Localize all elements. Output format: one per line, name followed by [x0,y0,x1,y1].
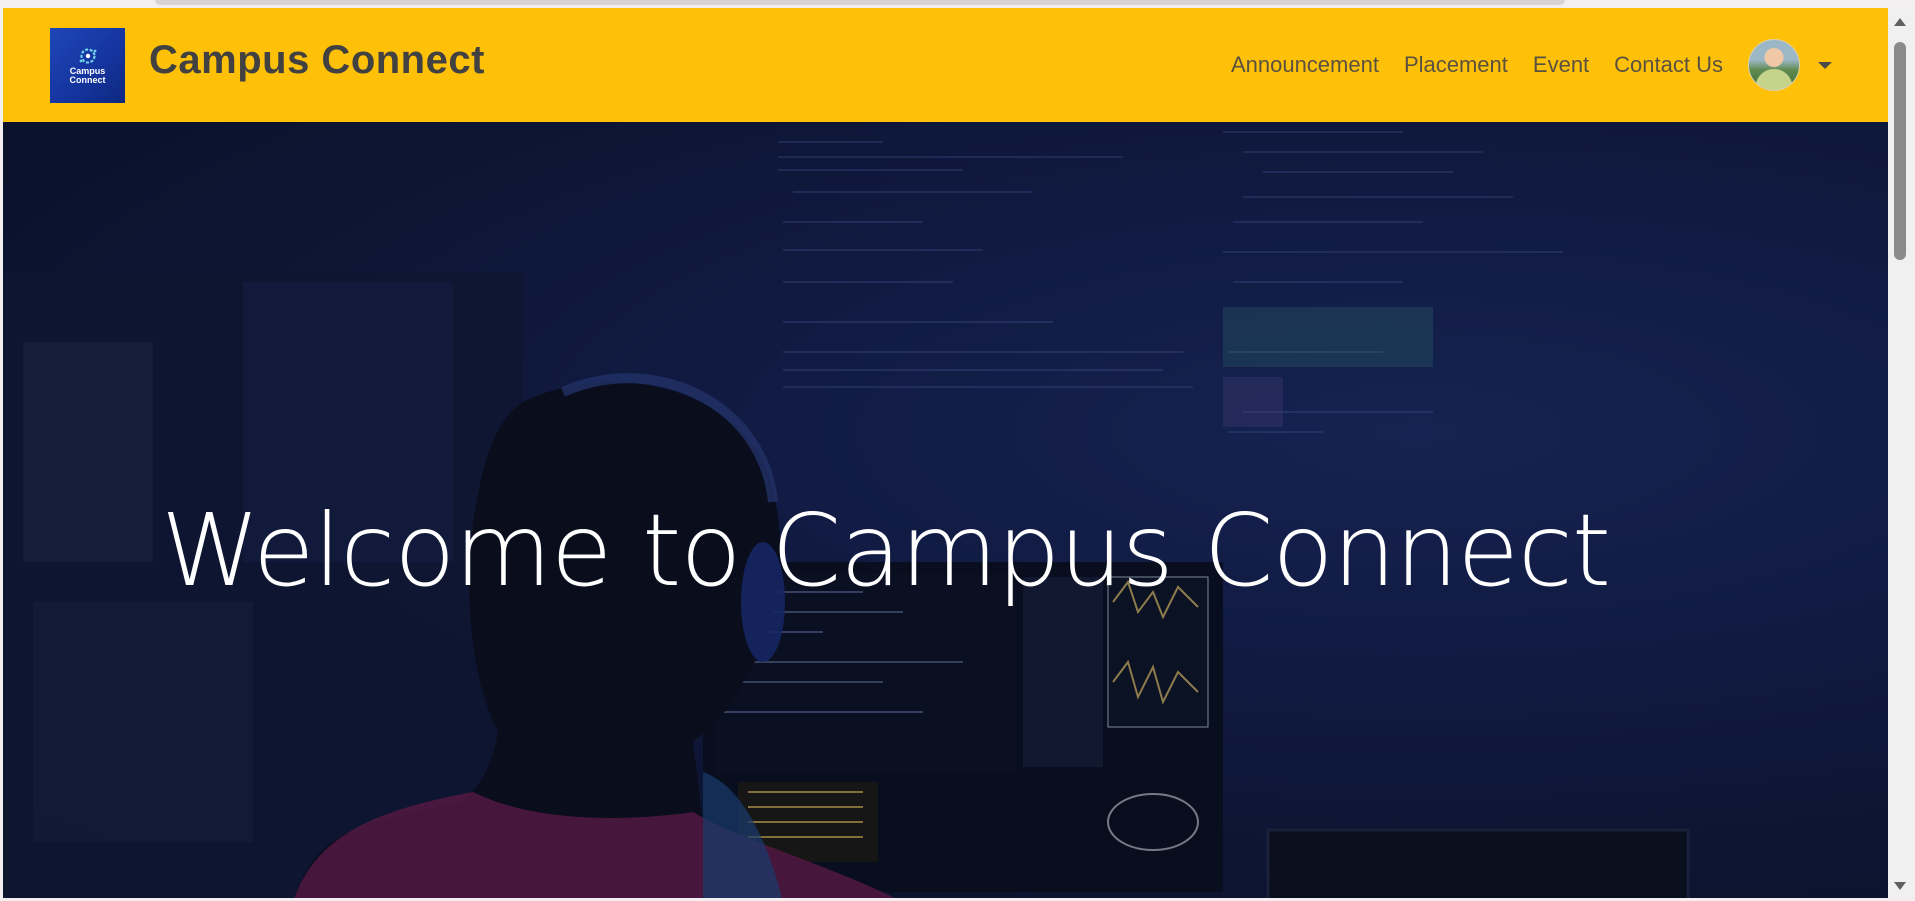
hero-title: Welcome to Campus Connect [3,492,1888,609]
top-navbar: Campus Connect Campus Connect Announceme… [3,8,1888,122]
nav-link-placement[interactable]: Placement [1404,52,1508,78]
logo-text-line2: Connect [69,75,106,85]
page-viewport: Campus Connect Campus Connect Announceme… [3,8,1888,898]
browser-window: Campus Connect Campus Connect Announceme… [0,0,1915,901]
brand-title[interactable]: Campus Connect [149,38,485,83]
scroll-down-arrow-icon[interactable] [1894,882,1906,890]
nav-links: Announcement Placement Event Contact Us [1231,8,1888,122]
hero-title-text: Welcome to Campus Connect [160,492,1611,609]
scroll-thumb[interactable] [1894,42,1906,260]
browser-tab-edge [155,0,1565,5]
logo-mark-icon [79,48,96,64]
hero-section: Welcome to Campus Connect [3,122,1888,898]
nav-link-announcement[interactable]: Announcement [1231,52,1379,78]
campus-connect-logo[interactable]: Campus Connect [50,28,125,103]
page-scrollbar[interactable] [1888,8,1912,898]
user-avatar[interactable] [1748,39,1800,91]
caret-down-icon[interactable] [1818,61,1832,69]
nav-link-contact-us[interactable]: Contact Us [1614,52,1723,78]
scroll-up-arrow-icon[interactable] [1894,18,1906,26]
nav-link-event[interactable]: Event [1533,52,1589,78]
